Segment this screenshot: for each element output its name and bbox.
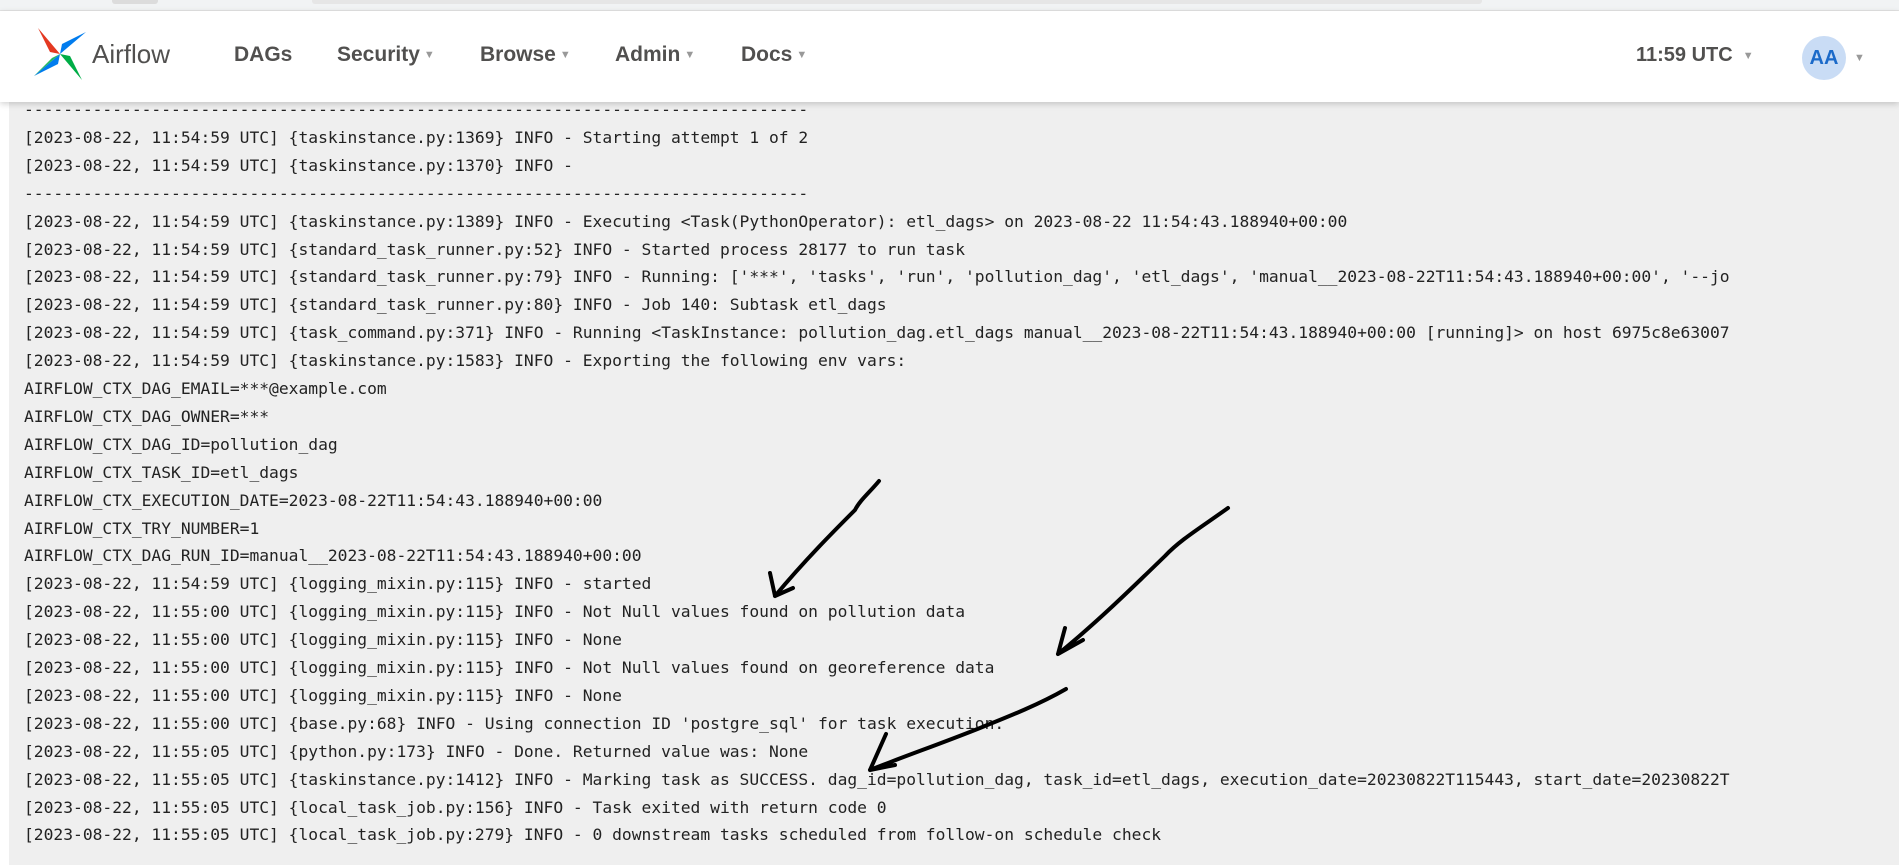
- log-line: [2023-08-22, 11:55:05 UTC] {python.py:17…: [24, 741, 809, 761]
- nav-security-label: Security: [337, 43, 420, 66]
- brand-name[interactable]: Airflow: [92, 39, 170, 70]
- chevron-down-icon: ▼: [684, 49, 696, 61]
- log-line: [2023-08-22, 11:54:59 UTC] {taskinstance…: [24, 155, 573, 175]
- timezone-selector[interactable]: 11:59 UTC ▼: [1636, 44, 1754, 67]
- chevron-down-icon: ▼: [559, 49, 571, 61]
- log-line: AIRFLOW_CTX_DAG_OWNER=***: [24, 406, 270, 426]
- log-line: [2023-08-22, 11:54:59 UTC] {taskinstance…: [24, 211, 1348, 231]
- nav-browse-label: Browse: [480, 43, 556, 66]
- nav-docs[interactable]: Docs ▼: [741, 43, 807, 67]
- log-line: AIRFLOW_CTX_DAG_EMAIL=***@example.com: [24, 379, 387, 398]
- avatar[interactable]: AA: [1802, 36, 1846, 80]
- chevron-down-icon: ▼: [796, 49, 808, 61]
- airflow-pinwheel-icon[interactable]: [30, 24, 90, 84]
- nav-docs-label: Docs: [741, 43, 793, 66]
- log-line: [2023-08-22, 11:55:05 UTC] {local_task_j…: [24, 825, 1162, 845]
- log-line: [2023-08-22, 11:54:59 UTC] {standard_tas…: [24, 239, 966, 259]
- address-bar-stub[interactable]: [312, 0, 1482, 4]
- log-line: AIRFLOW_CTX_EXECUTION_DATE=2023-08-22T11…: [24, 490, 603, 510]
- log-line: [2023-08-22, 11:55:00 UTC] {logging_mixi…: [24, 630, 622, 650]
- nav-security[interactable]: Security ▼: [337, 43, 435, 67]
- log-line: AIRFLOW_CTX_DAG_RUN_ID=manual__2023-08-2…: [24, 546, 642, 566]
- top-navbar: Airflow DAGs Security ▼ Browse ▼ Admin ▼…: [0, 11, 1899, 102]
- log-line: [2023-08-22, 11:55:00 UTC] {logging_mixi…: [24, 602, 966, 622]
- user-menu[interactable]: AA ▼: [1802, 36, 1865, 80]
- log-line: [2023-08-22, 11:54:59 UTC] {logging_mixi…: [24, 574, 652, 594]
- nav-browse[interactable]: Browse ▼: [480, 43, 571, 67]
- nav-admin[interactable]: Admin ▼: [615, 43, 695, 67]
- log-line: [2023-08-22, 11:54:59 UTC] {task_command…: [24, 323, 1730, 343]
- log-line: [2023-08-22, 11:55:00 UTC] {logging_mixi…: [24, 685, 622, 705]
- log-line: [2023-08-22, 11:54:59 UTC] {standard_tas…: [24, 267, 1730, 287]
- nav-admin-label: Admin: [615, 43, 681, 66]
- current-time: 11:59 UTC: [1636, 44, 1733, 66]
- log-line: ----------------------------------------…: [24, 183, 809, 203]
- log-line: [2023-08-22, 11:55:05 UTC] {local_task_j…: [24, 797, 887, 817]
- task-log-panel: ----------------------------------------…: [9, 102, 1899, 865]
- log-line: [2023-08-22, 11:55:00 UTC] {base.py:68} …: [24, 713, 1005, 733]
- log-line: AIRFLOW_CTX_TASK_ID=etl_dags: [24, 462, 299, 482]
- log-line: AIRFLOW_CTX_TRY_NUMBER=1: [24, 518, 260, 538]
- log-line: [2023-08-22, 11:55:05 UTC] {taskinstance…: [24, 769, 1730, 789]
- log-line: ----------------------------------------…: [24, 102, 809, 119]
- nav-dags[interactable]: DAGs: [234, 43, 292, 67]
- nav-dags-label: DAGs: [234, 43, 293, 66]
- log-line: [2023-08-22, 11:55:00 UTC] {logging_mixi…: [24, 658, 995, 677]
- chevron-down-icon: ▼: [1742, 49, 1754, 62]
- log-line: [2023-08-22, 11:54:59 UTC] {taskinstance…: [24, 351, 907, 371]
- chevron-down-icon: ▼: [423, 49, 435, 61]
- log-line: [2023-08-22, 11:54:59 UTC] {taskinstance…: [24, 127, 809, 147]
- browser-tab-stub[interactable]: [112, 0, 158, 4]
- log-line: AIRFLOW_CTX_DAG_ID=pollution_dag: [24, 434, 338, 454]
- browser-chrome-strip: [0, 0, 1899, 11]
- chevron-down-icon: ▼: [1854, 52, 1865, 64]
- log-line: [2023-08-22, 11:54:59 UTC] {standard_tas…: [24, 295, 887, 315]
